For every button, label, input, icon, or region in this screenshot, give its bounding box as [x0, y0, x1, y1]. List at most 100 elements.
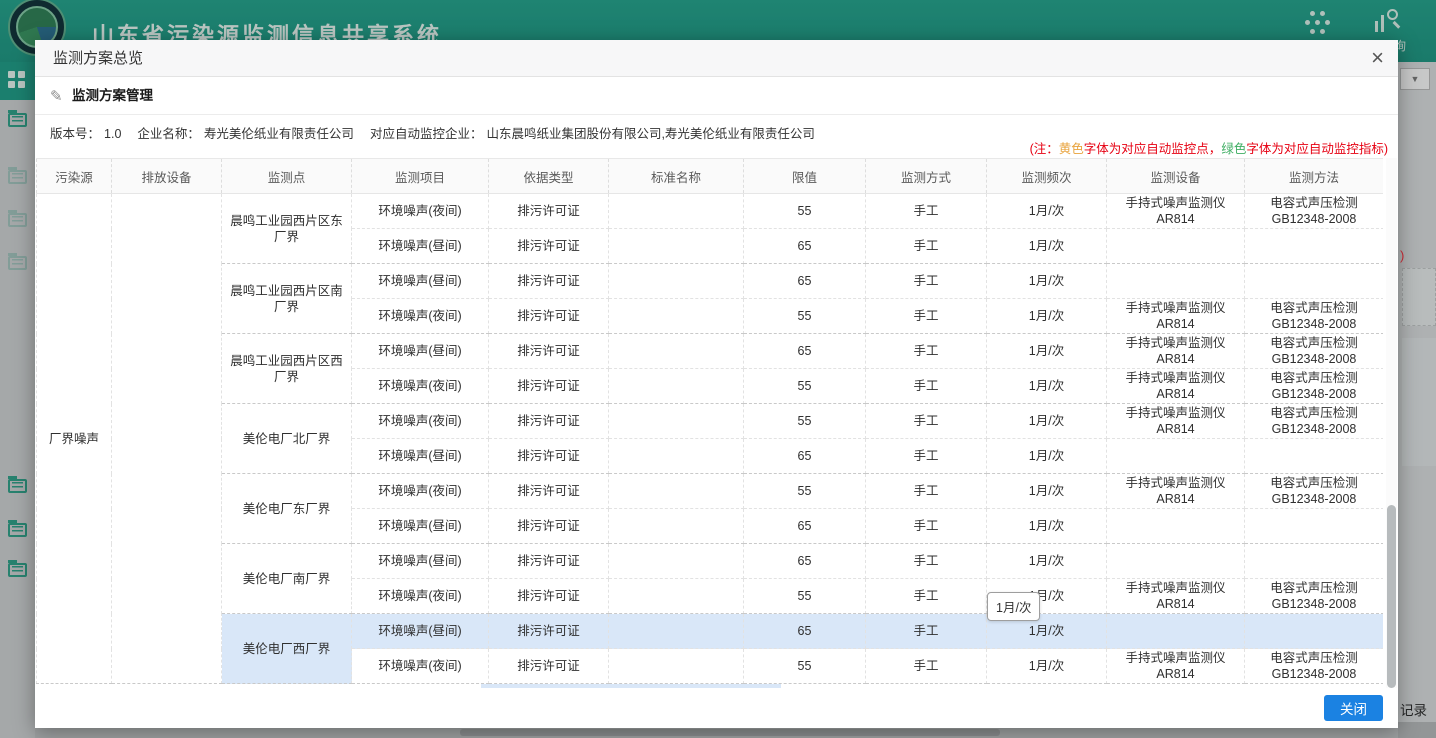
table-body: 厂界噪声晨鸣工业园西片区东厂界环境噪声(夜间)排污许可证55手工1月/次手持式噪…: [37, 194, 1384, 684]
cell-monitor-item: 环境噪声(昼间): [352, 264, 489, 299]
cell-monitor-mode: 手工: [866, 439, 987, 474]
monitoring-table-container: 污染源排放设备监测点监测项目依据类型标准名称限值监测方式监测频次监测设备监测方法…: [36, 158, 1383, 688]
cell-limit-value: 55: [744, 404, 866, 439]
monitoring-plan-modal: 监测方案总览 × ✎ 监测方案管理 版本号：1.0企业名称：寿光美伦纸业有限责任…: [35, 40, 1398, 728]
cell-monitor-frequency: 1月/次: [987, 229, 1107, 264]
vertical-scrollbar-track: [1386, 158, 1397, 688]
cell-limit-value: 55: [744, 579, 866, 614]
cell-basis-type: 排污许可证: [489, 474, 609, 509]
section-title: 监测方案管理: [72, 77, 153, 115]
table-row[interactable]: 美伦电厂西厂界环境噪声(昼间)排污许可证65手工1月/次: [37, 614, 1384, 649]
column-header: 监测方法: [1245, 159, 1384, 194]
cell-monitor-device: [1107, 264, 1245, 299]
cell-monitor-method: [1245, 439, 1384, 474]
note-text: (注：: [1030, 142, 1059, 156]
auto-company-value: 山东晨鸣纸业集团股份有限公司,寿光美伦纸业有限责任公司: [486, 127, 814, 141]
cell-monitor-frequency: 1月/次: [987, 369, 1107, 404]
cell-monitor-device: 手持式噪声监测仪AR814: [1107, 334, 1245, 369]
cell-emission-device: [112, 194, 222, 684]
cell-monitor-item: 环境噪声(昼间): [352, 439, 489, 474]
cell-monitor-method: 电容式声压检测GB12348-2008: [1245, 649, 1384, 684]
cell-basis-type: 排污许可证: [489, 544, 609, 579]
color-legend-note: (注：黄色字体为对应自动监控点，绿色字体为对应自动监控指标): [1030, 138, 1388, 157]
modal-titlebar: 监测方案总览 ×: [35, 40, 1398, 77]
modal-title: 监测方案总览: [53, 40, 143, 77]
table-row[interactable]: 美伦电厂南厂界环境噪声(昼间)排污许可证65手工1月/次: [37, 544, 1384, 579]
cell-standard-name: [609, 544, 744, 579]
cell-monitor-mode: 手工: [866, 614, 987, 649]
cell-pollution-source: 厂界噪声: [37, 194, 112, 684]
cell-monitor-device: 手持式噪声监测仪AR814: [1107, 474, 1245, 509]
close-button[interactable]: 关闭: [1324, 695, 1383, 721]
cell-monitor-frequency: 1月/次: [987, 509, 1107, 544]
cell-basis-type: 排污许可证: [489, 194, 609, 229]
cell-monitor-point: 美伦电厂西厂界: [222, 614, 352, 684]
cell-monitor-method: 电容式声压检测GB12348-2008: [1245, 194, 1384, 229]
frequency-tooltip: 1月/次: [987, 592, 1040, 621]
version-label: 版本号：: [50, 127, 100, 141]
column-header: 排放设备: [112, 159, 222, 194]
cell-monitor-item: 环境噪声(昼间): [352, 509, 489, 544]
cell-monitor-item: 环境噪声(昼间): [352, 544, 489, 579]
close-icon[interactable]: ×: [1371, 44, 1384, 72]
cell-monitor-mode: 手工: [866, 334, 987, 369]
column-header: 监测项目: [352, 159, 489, 194]
cell-monitor-method: [1245, 509, 1384, 544]
cell-monitor-method: [1245, 264, 1384, 299]
cell-monitor-item: 环境噪声(夜间): [352, 579, 489, 614]
table-header-row: 污染源排放设备监测点监测项目依据类型标准名称限值监测方式监测频次监测设备监测方法: [37, 159, 1384, 194]
table-row[interactable]: 美伦电厂北厂界环境噪声(夜间)排污许可证55手工1月/次手持式噪声监测仪AR81…: [37, 404, 1384, 439]
cell-monitor-frequency: 1月/次: [987, 299, 1107, 334]
cell-basis-type: 排污许可证: [489, 299, 609, 334]
cell-basis-type: 排污许可证: [489, 229, 609, 264]
table-row[interactable]: 厂界噪声晨鸣工业园西片区东厂界环境噪声(夜间)排污许可证55手工1月/次手持式噪…: [37, 194, 1384, 229]
cell-monitor-device: [1107, 509, 1245, 544]
column-header: 监测频次: [987, 159, 1107, 194]
cell-monitor-mode: 手工: [866, 369, 987, 404]
cell-monitor-item: 环境噪声(昼间): [352, 334, 489, 369]
cell-monitor-device: [1107, 229, 1245, 264]
cell-monitor-mode: 手工: [866, 264, 987, 299]
cell-limit-value: 65: [744, 264, 866, 299]
cell-monitor-device: 手持式噪声监测仪AR814: [1107, 299, 1245, 334]
cell-limit-value: 65: [744, 334, 866, 369]
cell-monitor-device: 手持式噪声监测仪AR814: [1107, 579, 1245, 614]
cell-basis-type: 排污许可证: [489, 509, 609, 544]
column-header: 标准名称: [609, 159, 744, 194]
cell-monitor-method: 电容式声压检测GB12348-2008: [1245, 369, 1384, 404]
cell-basis-type: 排污许可证: [489, 404, 609, 439]
cell-standard-name: [609, 649, 744, 684]
cell-monitor-item: 环境噪声(夜间): [352, 474, 489, 509]
monitoring-table: 污染源排放设备监测点监测项目依据类型标准名称限值监测方式监测频次监测设备监测方法…: [36, 158, 1383, 684]
cell-monitor-method: 电容式声压检测GB12348-2008: [1245, 334, 1384, 369]
cell-monitor-device: [1107, 614, 1245, 649]
table-row[interactable]: 美伦电厂东厂界环境噪声(夜间)排污许可证55手工1月/次手持式噪声监测仪AR81…: [37, 474, 1384, 509]
cell-monitor-method: [1245, 614, 1384, 649]
note-yellow-word: 黄色: [1059, 142, 1084, 156]
cell-standard-name: [609, 404, 744, 439]
section-header: ✎ 监测方案管理: [35, 77, 1398, 115]
cell-basis-type: 排污许可证: [489, 369, 609, 404]
vertical-scrollbar-thumb[interactable]: [1387, 505, 1396, 688]
table-row[interactable]: 晨鸣工业园西片区西厂界环境噪声(昼间)排污许可证65手工1月/次手持式噪声监测仪…: [37, 334, 1384, 369]
cell-monitor-mode: 手工: [866, 299, 987, 334]
table-row[interactable]: 晨鸣工业园西片区南厂界环境噪声(昼间)排污许可证65手工1月/次: [37, 264, 1384, 299]
cell-monitor-point: 美伦电厂东厂界: [222, 474, 352, 544]
cell-basis-type: 排污许可证: [489, 334, 609, 369]
cell-limit-value: 65: [744, 439, 866, 474]
cell-limit-value: 55: [744, 474, 866, 509]
cell-basis-type: 排污许可证: [489, 579, 609, 614]
cell-standard-name: [609, 439, 744, 474]
cell-monitor-frequency: 1月/次: [987, 544, 1107, 579]
company-label: 企业名称：: [137, 127, 200, 141]
note-green-word: 绿色: [1221, 142, 1246, 156]
cell-monitor-item: 环境噪声(夜间): [352, 299, 489, 334]
plan-info-line: 版本号：1.0企业名称：寿光美伦纸业有限责任公司对应自动监控企业：山东晨鸣纸业集…: [50, 123, 819, 142]
info-bar: 版本号：1.0企业名称：寿光美伦纸业有限责任公司对应自动监控企业：山东晨鸣纸业集…: [35, 115, 1398, 158]
cell-standard-name: [609, 474, 744, 509]
cell-monitor-device: [1107, 439, 1245, 474]
cell-monitor-device: 手持式噪声监测仪AR814: [1107, 369, 1245, 404]
cell-monitor-method: 电容式声压检测GB12348-2008: [1245, 299, 1384, 334]
cell-monitor-method: 电容式声压检测GB12348-2008: [1245, 579, 1384, 614]
cell-monitor-frequency: 1月/次: [987, 334, 1107, 369]
